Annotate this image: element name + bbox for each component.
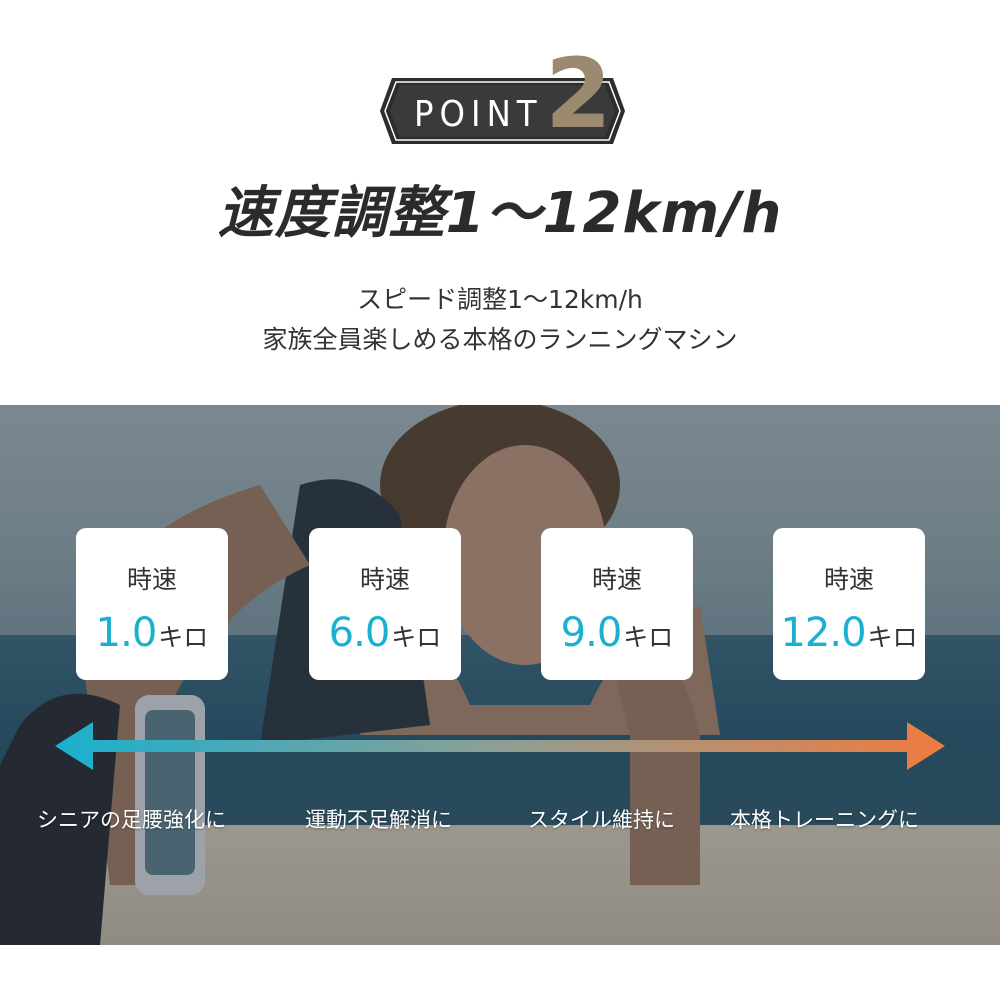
speed-value: 9.0 bbox=[560, 610, 623, 656]
purpose-label-1: シニアの足腰強化に bbox=[37, 808, 226, 832]
subtitle-line-1: スピード調整1～12km/h bbox=[357, 285, 643, 314]
subtitle-rest: 本格のランニングマシン bbox=[462, 325, 738, 354]
speed-range-arrow bbox=[55, 722, 945, 770]
speed-label: 時速 bbox=[591, 565, 642, 594]
purpose-label-3: スタイル維持に bbox=[528, 808, 675, 832]
point-label: POINT bbox=[414, 94, 543, 135]
purpose-label-4: 本格トレーニングに bbox=[730, 808, 919, 832]
speed-label: 時速 bbox=[126, 565, 177, 594]
speed-label: 時速 bbox=[359, 565, 410, 594]
subtitle-line-2: 家族全員楽しめる本格のランニングマシン bbox=[0, 320, 1000, 356]
speed-unit: キロ bbox=[867, 623, 918, 652]
point-badge: POINT 2 bbox=[380, 46, 625, 144]
speed-card-2: 時速 6.0キロ bbox=[309, 528, 461, 680]
speed-card-3: 時速 9.0キロ bbox=[541, 528, 693, 680]
speed-unit: キロ bbox=[391, 623, 442, 652]
speed-unit: キロ bbox=[158, 623, 209, 652]
speed-value: 6.0 bbox=[328, 610, 391, 656]
page-title: 速度調整1～12km/h bbox=[217, 181, 783, 246]
speed-value: 1.0 bbox=[95, 610, 158, 656]
speed-unit: キロ bbox=[623, 623, 674, 652]
speed-value: 12.0 bbox=[780, 610, 866, 656]
speed-card-4: 時速 12.0キロ bbox=[773, 528, 925, 680]
speed-label: 時速 bbox=[823, 565, 874, 594]
speed-card-1: 時速 1.0キロ bbox=[76, 528, 228, 680]
point-number: 2 bbox=[545, 38, 612, 150]
subtitle-highlight: 家族全員楽しめる bbox=[256, 320, 463, 356]
purpose-label-2: 運動不足解消に bbox=[305, 808, 452, 832]
